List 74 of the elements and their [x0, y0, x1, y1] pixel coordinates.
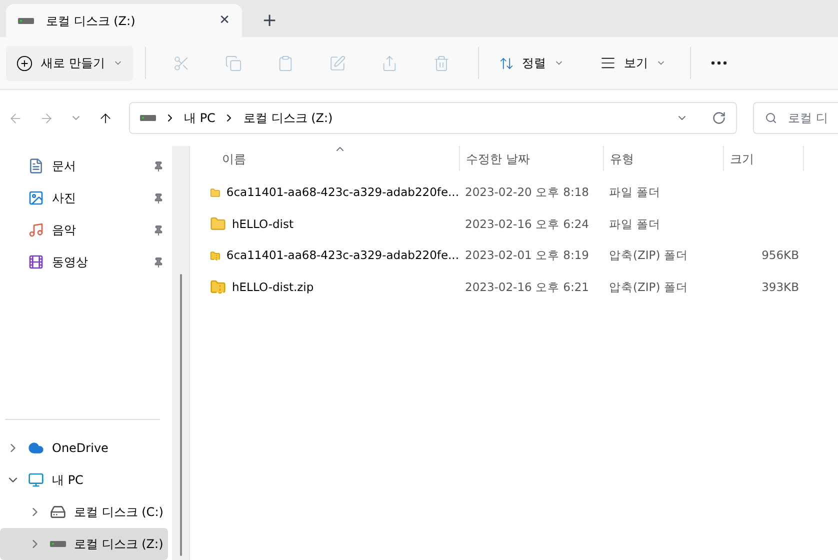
pictures-icon: [28, 190, 44, 206]
pc-icon: [28, 472, 44, 488]
quick-access-item[interactable]: 사진: [20, 182, 168, 214]
delete-icon: [433, 54, 450, 72]
breadcrumb[interactable]: 내 PC: [184, 109, 216, 127]
new-button[interactable]: 새로 만들기: [6, 46, 133, 80]
nav-tree-item[interactable]: 로컬 디스크 (C:): [0, 496, 168, 528]
column-header[interactable]: 이름: [206, 146, 459, 171]
drive-icon: [50, 540, 66, 548]
file-name: 6ca11401-aa68-423c-a329-adab220fe...: [226, 184, 459, 202]
quick-access-item[interactable]: 음악: [20, 214, 168, 246]
column-header[interactable]: 유형: [603, 146, 723, 171]
drive-icon: [18, 16, 34, 24]
tab-title: 로컬 디스크 (Z:): [46, 12, 136, 30]
pin-icon[interactable]: [153, 224, 164, 236]
column-header[interactable]: 크기: [723, 146, 803, 171]
address-bar[interactable]: 내 PC 로컬 디스크 (Z:): [129, 102, 737, 134]
scrollbar-thumb[interactable]: [180, 274, 182, 556]
file-row[interactable]: 6ca11401-aa68-423c-a329-adab220fe... 2023-02-20 오후 8:18 파일 폴더: [206, 177, 838, 208]
close-button[interactable]: ✕: [219, 10, 230, 30]
nav-label: 내 PC: [52, 472, 84, 489]
modified-date: 2023-02-20 오후 8:18: [464, 184, 590, 202]
pin-icon[interactable]: [153, 160, 164, 172]
cloud-icon: [28, 440, 44, 456]
nav-tree-item[interactable]: 로컬 디스크 (Z:): [0, 528, 168, 560]
new-tab-button[interactable]: +: [242, 4, 298, 37]
file-row[interactable]: hELLO-dist 2023-02-16 오후 6:24 파일 폴더: [206, 208, 838, 240]
quick-access-item[interactable]: 동영상: [20, 246, 168, 278]
refresh-icon[interactable]: [712, 111, 726, 125]
plus-circle-icon: [16, 54, 33, 72]
paste-icon: [277, 54, 294, 72]
file-name: hELLO-dist: [232, 216, 294, 233]
sort-button[interactable]: 정렬: [490, 46, 572, 80]
file-name: 6ca11401-aa68-423c-a329-adab220fe...: [226, 247, 459, 264]
file-type: 파일 폴더: [608, 216, 662, 233]
rename-icon: [329, 54, 346, 72]
file-type: 파일 폴더: [608, 184, 662, 202]
nav-label: 로컬 디스크 (Z:): [74, 536, 164, 553]
documents-icon: [28, 158, 44, 174]
sort-icon: [498, 56, 514, 70]
file-row[interactable]: hELLO-dist.zip 2023-02-16 오후 6:21 압축(ZIP) 폴더 393KB: [206, 272, 838, 303]
file-row[interactable]: 6ca11401-aa68-423c-a329-adab220fe... 2023-02-01 오후 8:19 압축(ZIP) 폴더 956KB: [206, 240, 838, 272]
file-name: hELLO-dist.zip: [232, 278, 314, 296]
nav-label: 로컬 디스크 (C:): [74, 504, 164, 521]
music-icon: [28, 222, 44, 238]
file-size: 956KB: [762, 247, 799, 264]
quick-access-item[interactable]: 문서: [20, 150, 168, 182]
file-type: 압축(ZIP) 폴더: [608, 278, 689, 296]
search-icon: [765, 112, 777, 124]
videos-icon: [28, 254, 44, 270]
tab[interactable]: 로컬 디스크 (Z:) ✕: [6, 4, 242, 37]
modified-date: 2023-02-16 오후 6:24: [464, 216, 590, 233]
cut-icon: [173, 54, 190, 72]
nav-label: OneDrive: [52, 440, 108, 457]
file-type: 압축(ZIP) 폴더: [608, 247, 689, 264]
modified-date: 2023-02-01 오후 8:19: [464, 247, 590, 264]
lines-icon: [600, 55, 616, 71]
copy-icon: [225, 54, 242, 72]
search-field[interactable]: 로컬 디: [753, 102, 838, 134]
pin-icon[interactable]: [153, 256, 164, 268]
folder-icon: [210, 216, 226, 232]
pin-icon[interactable]: [153, 192, 164, 204]
breadcrumb[interactable]: 로컬 디스크 (Z:): [243, 109, 333, 127]
share-icon: [381, 54, 398, 72]
drive-icon: [140, 114, 156, 122]
nav-tree-item[interactable]: OneDrive: [0, 432, 168, 464]
file-size: 393KB: [762, 278, 799, 296]
modified-date: 2023-02-16 오후 6:21: [464, 278, 590, 296]
nav-tree-item[interactable]: 내 PC: [0, 464, 168, 496]
column-header[interactable]: 수정한 날짜: [459, 146, 603, 171]
zip-folder-icon: [210, 279, 226, 296]
system-drive-icon: [50, 504, 66, 520]
view-button[interactable]: 보기: [588, 46, 678, 80]
more-icon: [710, 61, 727, 65]
